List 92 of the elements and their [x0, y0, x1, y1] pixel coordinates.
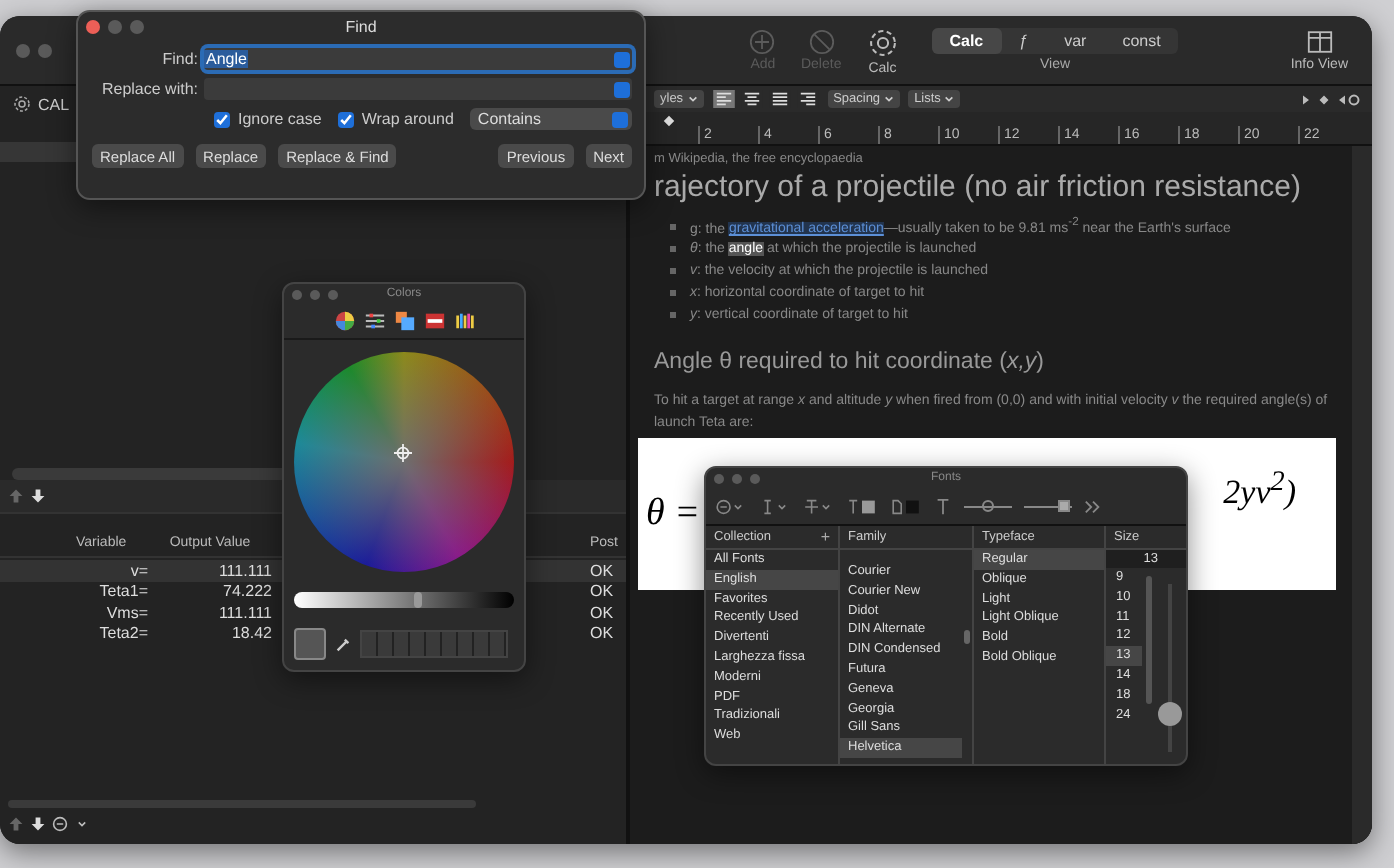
view-segment[interactable]: const [1104, 28, 1179, 54]
align-icon[interactable] [739, 90, 764, 108]
gear-icon [12, 94, 32, 114]
color-wheel-icon[interactable] [333, 310, 355, 332]
minimize-button[interactable] [310, 289, 320, 299]
minimize-button[interactable] [38, 43, 52, 57]
find-field[interactable]: Angle [204, 48, 632, 70]
table-row[interactable]: Teta2= 18.42 OK [0, 623, 626, 644]
minimize-button[interactable] [732, 473, 742, 483]
minus-icon[interactable] [52, 816, 68, 832]
image-icon[interactable] [423, 310, 445, 332]
eyedropper-icon[interactable] [334, 635, 352, 653]
actions-icon[interactable] [714, 497, 746, 515]
table-cell-text: 74.222 [221, 582, 272, 601]
navigation-icon[interactable] [1300, 91, 1360, 107]
scroll-bar[interactable] [1146, 576, 1152, 704]
checkbox[interactable] [214, 111, 230, 127]
formula-text: θ = [646, 492, 700, 536]
prohibited-icon [807, 28, 836, 56]
text-color-icon[interactable] [846, 497, 878, 515]
sliders-icon[interactable] [363, 310, 385, 332]
table-cell-text: 18.42 [229, 624, 272, 643]
view-segment[interactable]: Calc [931, 28, 1002, 54]
down-arrow-icon[interactable] [30, 816, 46, 832]
section-heading: Angle θ required to hit coordinate (x,y) [654, 350, 1046, 374]
zoom-button[interactable] [750, 473, 760, 483]
close-button[interactable] [16, 43, 30, 57]
zoom-button[interactable] [328, 289, 338, 299]
align-icon[interactable] [767, 90, 792, 108]
table-cell-text: 111.111 [216, 561, 272, 580]
chevron-icon [884, 94, 895, 104]
tab-stop-icon[interactable] [662, 114, 676, 128]
add-icon [748, 28, 777, 56]
crosshair-icon[interactable] [394, 444, 412, 462]
document-color-icon[interactable] [890, 497, 922, 515]
crayons-icon[interactable] [453, 310, 475, 332]
table-cell-text: OK [590, 561, 616, 580]
panel-title: CAL [38, 95, 70, 113]
checkbox-label: Wrap around [361, 110, 454, 128]
bullet-icon [670, 312, 676, 318]
table-row[interactable]: Teta1= 74.222 OK [0, 581, 626, 602]
align-icon[interactable] [795, 90, 820, 108]
checkbox[interactable] [337, 111, 354, 127]
align-icon[interactable] [711, 90, 736, 108]
close-button[interactable] [292, 289, 302, 299]
document-title: rajectory of a projectile (no air friction resistance) [654, 168, 1303, 206]
close-button[interactable] [86, 19, 100, 33]
slider-thumb[interactable] [1158, 702, 1182, 727]
color-swatch[interactable] [294, 628, 326, 660]
gear-icon [865, 25, 900, 59]
table-cell-text: 111.111 [216, 603, 272, 622]
bullet-icon [670, 290, 676, 296]
mode-dropdown[interactable]: Contains [469, 108, 632, 130]
bullet-icon [670, 246, 676, 252]
close-button[interactable] [714, 473, 724, 483]
table-cell-text: v= [128, 561, 148, 580]
chevron-icon[interactable] [74, 816, 90, 832]
slider-thumb[interactable] [982, 500, 994, 512]
scroll-bar[interactable] [964, 630, 970, 644]
slider-thumb[interactable] [1058, 500, 1071, 512]
chevron-icon[interactable] [1084, 497, 1102, 515]
table-row[interactable]: Vms= 111.111 OK [0, 602, 626, 623]
chevron-icon [944, 94, 955, 104]
swatch-grid[interactable] [360, 630, 508, 658]
palette-icon[interactable] [393, 310, 415, 332]
view-segment[interactable]: var [1046, 28, 1105, 54]
underline-icon[interactable] [758, 497, 790, 515]
up-arrow-icon[interactable] [8, 816, 24, 832]
checkbox-label: Ignore case [238, 110, 322, 128]
bullet-icon [670, 224, 676, 230]
view-segment[interactable]: ƒ [1001, 28, 1047, 54]
up-arrow-icon[interactable] [8, 488, 24, 504]
down-arrow-icon[interactable] [30, 488, 46, 504]
table-cell-text: Vms= [104, 603, 148, 622]
table-cell-text: OK [590, 624, 616, 643]
replace-field[interactable] [204, 78, 632, 100]
table-cell-text: OK [590, 582, 616, 601]
bullet-icon [670, 268, 676, 274]
formula-text: 2yv$^{2}$) [1223, 466, 1296, 514]
table-cell-text: Teta2= [97, 624, 148, 643]
slider-thumb[interactable] [413, 592, 422, 608]
text-shadow-icon[interactable] [934, 497, 952, 515]
table-cell-text: Teta1= [97, 582, 148, 601]
field-label: Replace with: [99, 80, 198, 98]
chevron-icon [687, 94, 698, 104]
strikethrough-icon[interactable] [802, 497, 834, 515]
panel-icon [1305, 28, 1334, 56]
field-label: Find: [160, 50, 198, 68]
add-collection-button[interactable]: + [820, 529, 830, 545]
brightness-slider[interactable] [294, 592, 514, 608]
window-title: Find [345, 17, 377, 35]
table-cell-text: OK [590, 603, 616, 622]
